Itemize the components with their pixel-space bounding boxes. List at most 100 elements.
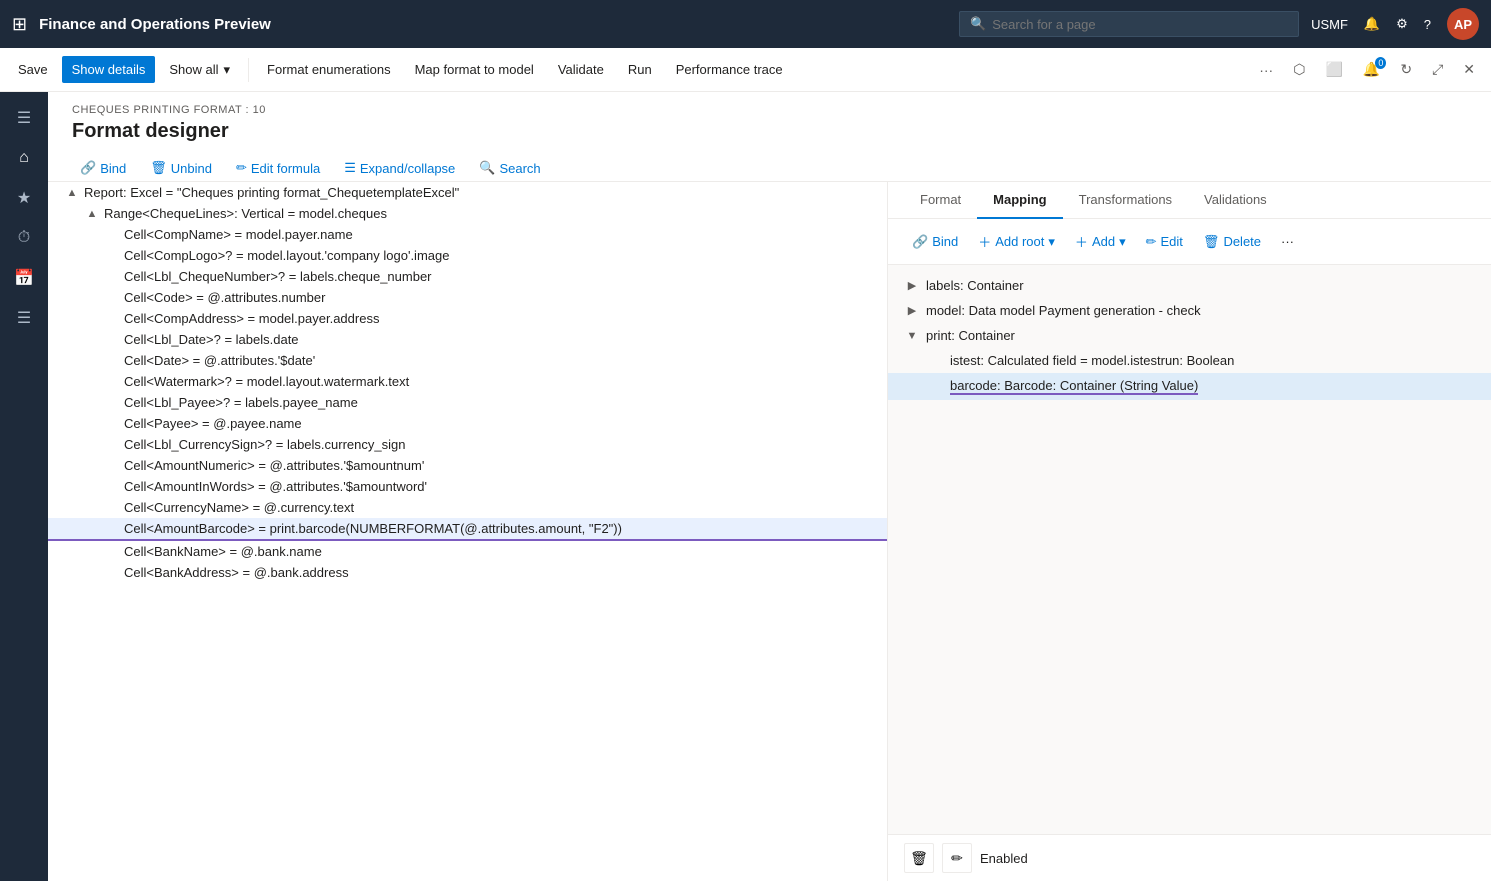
refresh-button[interactable]: ↻ <box>1392 55 1420 84</box>
edit-icon: ✏ <box>236 160 247 176</box>
tree-item[interactable]: Cell<CompAddress> = model.payer.address <box>48 308 887 329</box>
global-search[interactable]: 🔍 <box>959 11 1299 37</box>
chevron-down-icon: ▾ <box>224 62 231 78</box>
close-button[interactable]: ✕ <box>1455 55 1483 84</box>
tree-item[interactable]: Cell<Lbl_CurrencySign>? = labels.currenc… <box>48 434 887 455</box>
sidebar-icon-favorites[interactable]: ★ <box>6 180 42 216</box>
unlink-icon: 🗑 <box>150 160 167 176</box>
tree-item-label: Cell<Date> = @.attributes.'$date' <box>124 353 879 368</box>
tree-toggle-icon[interactable]: ▲ <box>64 187 80 199</box>
tree-toggle-icon[interactable]: ▲ <box>84 208 100 220</box>
grid-icon[interactable]: ⊞ <box>12 14 27 35</box>
bind-button[interactable]: 🔗 Bind <box>72 155 134 181</box>
mapping-item[interactable]: barcode: Barcode: Container (String Valu… <box>888 373 1491 400</box>
tab-format[interactable]: Format <box>904 182 977 219</box>
mapping-item[interactable]: ▶ model: Data model Payment generation - … <box>888 298 1491 323</box>
show-details-button[interactable]: Show details <box>62 56 156 83</box>
mapping-bind-button[interactable]: 🔗 Bind <box>904 229 966 255</box>
tab-mapping[interactable]: Mapping <box>977 182 1062 219</box>
mapping-item[interactable]: ▼print: Container <box>888 323 1491 348</box>
badge-button[interactable]: 🔔0 <box>1355 55 1388 84</box>
tree-item-label: Cell<Payee> = @.payee.name <box>124 416 879 431</box>
tree-item[interactable]: Cell<Lbl_ChequeNumber>? = labels.cheque_… <box>48 266 887 287</box>
unbind-button[interactable]: 🗑 Unbind <box>142 155 220 181</box>
notification-icon[interactable]: 🔔 <box>1364 16 1380 32</box>
validate-button[interactable]: Validate <box>548 56 614 83</box>
map-toggle-icon[interactable]: ▶ <box>904 279 920 292</box>
right-toolbar: 🔗 Bind ＋ Add root ▾ ＋ Add ▾ ✏ <box>888 219 1491 265</box>
tab-transformations[interactable]: Transformations <box>1063 182 1188 219</box>
map-item-label: model: Data model Payment generation - c… <box>926 303 1201 318</box>
map-toggle-icon[interactable]: ▶ <box>904 304 920 317</box>
map-format-to-model-button[interactable]: Map format to model <box>405 56 544 83</box>
mapping-item[interactable]: ▶ labels: Container <box>888 273 1491 298</box>
tree-item-label: Cell<CompLogo>? = model.layout.'company … <box>124 248 879 263</box>
edit-mapping-button[interactable]: ✏ Edit <box>1138 229 1191 255</box>
tree-item[interactable]: Cell<Watermark>? = model.layout.watermar… <box>48 371 887 392</box>
delete-mapping-button[interactable]: 🗑 Delete <box>1195 229 1269 255</box>
tree-item[interactable]: Cell<AmountInWords> = @.attributes.'$amo… <box>48 476 887 497</box>
search-input[interactable] <box>992 17 1288 32</box>
sidebar-icon-recent[interactable]: ⏱ <box>6 220 42 256</box>
add-button[interactable]: ＋ Add ▾ <box>1067 227 1134 256</box>
split-view-button[interactable]: ⬜ <box>1317 55 1350 84</box>
topbar: ⊞ Finance and Operations Preview 🔍 USMF … <box>0 0 1491 48</box>
detach-button[interactable]: ⤢ <box>1424 55 1451 84</box>
tree-item[interactable]: Cell<CompLogo>? = model.layout.'company … <box>48 245 887 266</box>
save-button[interactable]: Save <box>8 56 58 83</box>
sidebar-icon-modules[interactable]: ☰ <box>6 300 42 336</box>
tree-item-label: Cell<AmountBarcode> = print.barcode(NUMB… <box>124 521 879 536</box>
tree-item[interactable]: Cell<Lbl_Date>? = labels.date <box>48 329 887 350</box>
map-toggle-icon[interactable]: ▼ <box>904 330 920 342</box>
map-item-label: istest: Calculated field = model.istestr… <box>950 353 1234 368</box>
tree-item-label: Cell<AmountNumeric> = @.attributes.'$amo… <box>124 458 879 473</box>
show-all-button[interactable]: Show all ▾ <box>159 56 240 84</box>
tree-item[interactable]: Cell<BankName> = @.bank.name <box>48 541 887 562</box>
tree-item[interactable]: Cell<Payee> = @.payee.name <box>48 413 887 434</box>
edit-item-button[interactable]: ✏ <box>942 843 972 873</box>
tree-item-label: Cell<Lbl_Date>? = labels.date <box>124 332 879 347</box>
tree-item[interactable]: Cell<AmountBarcode> = print.barcode(NUMB… <box>48 518 887 541</box>
tree-item-label: Cell<Lbl_ChequeNumber>? = labels.cheque_… <box>124 269 879 284</box>
edit-formula-button[interactable]: ✏ Edit formula <box>228 155 328 181</box>
sidebar-icon-menu[interactable]: ☰ <box>6 100 42 136</box>
run-button[interactable]: Run <box>618 56 662 83</box>
tree-item-label: Range<ChequeLines>: Vertical = model.che… <box>104 206 879 221</box>
more-mapping-button[interactable]: ··· <box>1273 229 1302 254</box>
tree-item[interactable]: Cell<Date> = @.attributes.'$date' <box>48 350 887 371</box>
tree-item[interactable]: Cell<Lbl_Payee>? = labels.payee_name <box>48 392 887 413</box>
tree-item[interactable]: Cell<CompName> = model.payer.name <box>48 224 887 245</box>
settings-icon[interactable]: ⚙ <box>1396 16 1408 32</box>
delete-item-button[interactable]: 🗑 <box>904 843 934 873</box>
format-enumerations-button[interactable]: Format enumerations <box>257 56 401 83</box>
page-header: CHEQUES PRINTING FORMAT : 10 Format desi… <box>48 92 1491 182</box>
help-icon[interactable]: ? <box>1424 17 1431 32</box>
performance-trace-button[interactable]: Performance trace <box>666 56 793 83</box>
tree-item-label: Cell<CurrencyName> = @.currency.text <box>124 500 879 515</box>
mapping-tree: ▶ labels: Container ▶ model: Data model Pay… <box>888 265 1491 834</box>
view-toggle-button[interactable]: ⬡ <box>1285 55 1313 84</box>
chevron-add-root-icon: ▾ <box>1048 234 1055 250</box>
tree-item[interactable]: Cell<AmountNumeric> = @.attributes.'$amo… <box>48 455 887 476</box>
tree-item[interactable]: Cell<Code> = @.attributes.number <box>48 287 887 308</box>
search-button[interactable]: 🔍 Search <box>471 155 548 181</box>
app-title: Finance and Operations Preview <box>39 16 947 33</box>
map-item-label: labels: Container <box>926 278 1024 293</box>
tab-validations[interactable]: Validations <box>1188 182 1283 219</box>
avatar[interactable]: AP <box>1447 8 1479 40</box>
breadcrumb: CHEQUES PRINTING FORMAT : 10 <box>72 104 1467 116</box>
add-root-button[interactable]: ＋ Add root ▾ <box>970 227 1063 256</box>
tree-item-label: Cell<AmountInWords> = @.attributes.'$amo… <box>124 479 879 494</box>
tree-item[interactable]: ▲ Report: Excel = "Cheques printing forma… <box>48 182 887 203</box>
sidebar-icon-workspaces[interactable]: 📅 <box>6 260 42 296</box>
mapping-item[interactable]: istest: Calculated field = model.istestr… <box>888 348 1491 373</box>
sidebar-icon-home[interactable]: ⌂ <box>6 140 42 176</box>
more-options-button[interactable]: ··· <box>1251 56 1281 84</box>
tree-item[interactable]: Cell<CurrencyName> = @.currency.text <box>48 497 887 518</box>
tree-item[interactable]: ▲ Range<ChequeLines>: Vertical = model.ch… <box>48 203 887 224</box>
tree-item-label: Cell<Lbl_CurrencySign>? = labels.currenc… <box>124 437 879 452</box>
tree-item[interactable]: Cell<BankAddress> = @.bank.address <box>48 562 887 583</box>
tree-item-label: Report: Excel = "Cheques printing format… <box>84 185 879 200</box>
expand-collapse-button[interactable]: ☰ Expand/collapse <box>336 155 463 181</box>
tree-item-label: Cell<Lbl_Payee>? = labels.payee_name <box>124 395 879 410</box>
